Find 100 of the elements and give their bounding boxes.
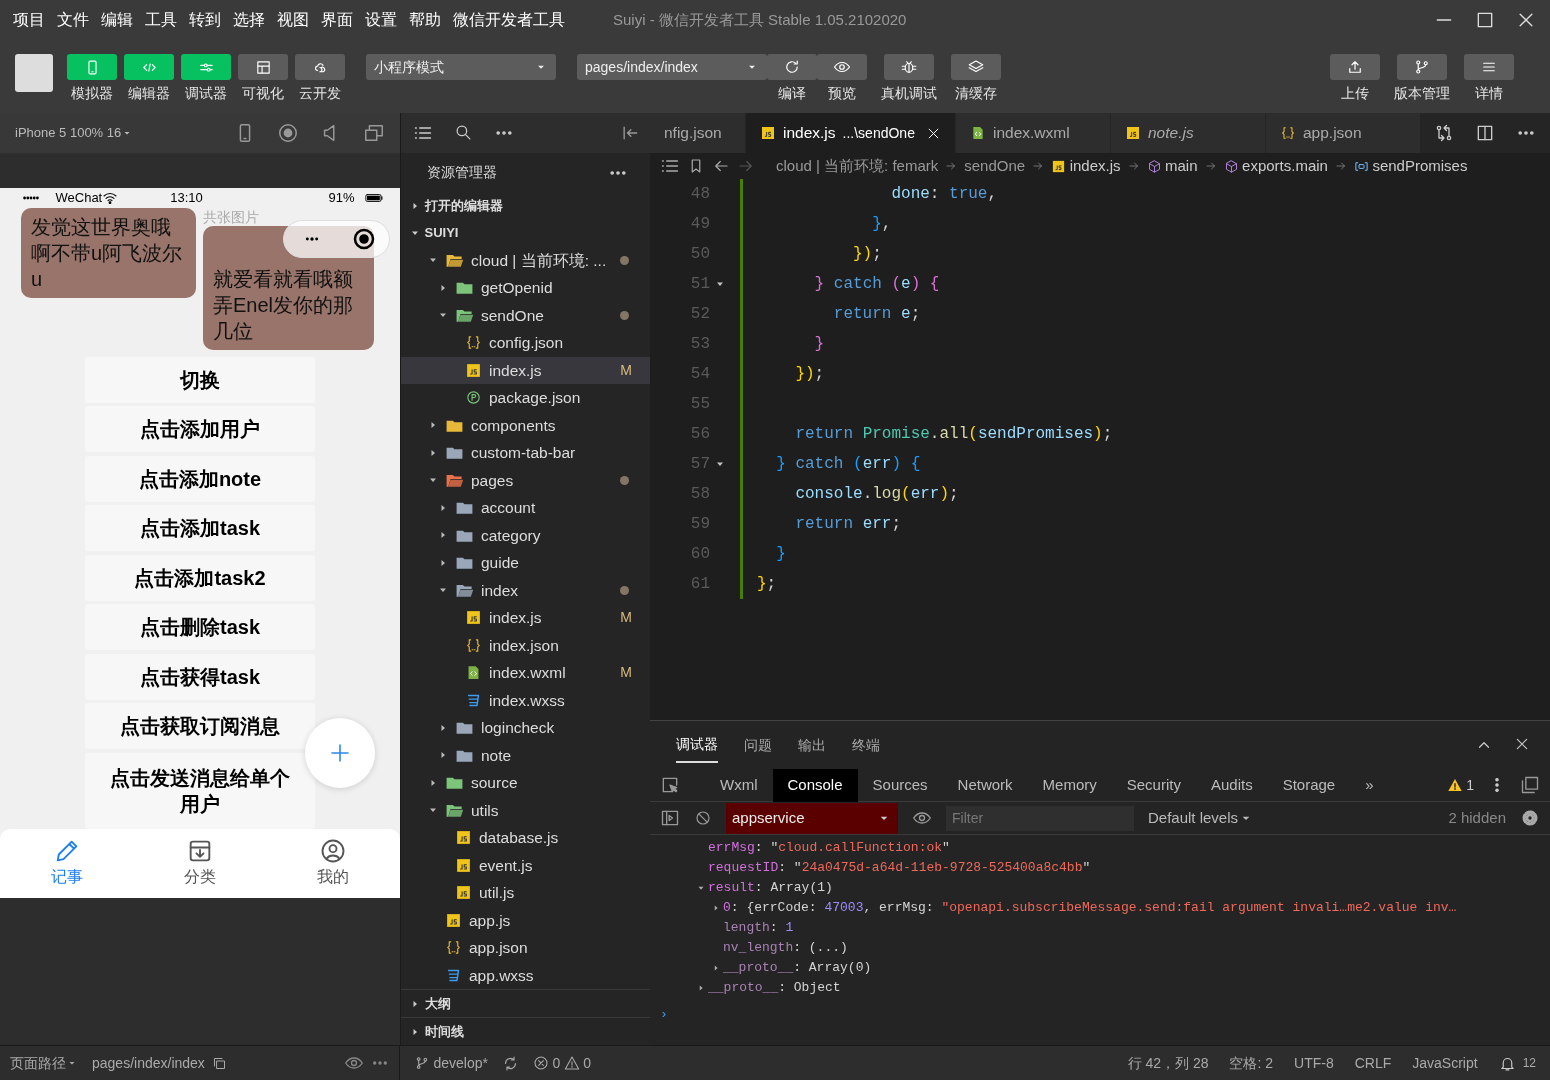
tab-bar-item[interactable]: 记事 bbox=[50, 837, 83, 890]
menu-item[interactable]: 编辑 bbox=[95, 8, 139, 32]
tree-item[interactable]: category bbox=[401, 521, 650, 550]
compare-icon[interactable] bbox=[1434, 123, 1454, 143]
breadcrumb-item[interactable]: cloud | 当前环境: femark bbox=[776, 154, 939, 178]
devtools-tab[interactable]: Audits bbox=[1195, 768, 1268, 802]
record-icon[interactable] bbox=[277, 122, 299, 144]
devtools-tab[interactable]: Security bbox=[1111, 768, 1196, 802]
sync-icon[interactable] bbox=[502, 1054, 519, 1072]
tree-item[interactable]: database.js bbox=[401, 824, 650, 852]
problems-status[interactable]: 0 0 bbox=[533, 1052, 592, 1074]
toggle-button[interactable] bbox=[124, 54, 174, 80]
settings-icon[interactable] bbox=[1520, 808, 1540, 828]
windows-icon[interactable] bbox=[363, 122, 385, 144]
toggle-button[interactable] bbox=[181, 54, 231, 80]
tree-item[interactable]: utils bbox=[401, 796, 650, 825]
action-button[interactable]: 点击添加用户 bbox=[85, 406, 315, 452]
menu-item[interactable]: 设置 bbox=[359, 8, 403, 32]
tree-item[interactable]: index.json bbox=[401, 631, 650, 660]
tree-item[interactable]: util.js bbox=[401, 879, 650, 907]
tree-item[interactable]: components bbox=[401, 411, 650, 440]
toggle-button[interactable] bbox=[67, 54, 117, 80]
toolbar-button[interactable] bbox=[817, 54, 867, 80]
toggle-button[interactable] bbox=[295, 54, 345, 80]
levels-select[interactable]: Default levels bbox=[1148, 806, 1255, 830]
tab-bar-item[interactable]: 我的 bbox=[317, 837, 350, 890]
status-item[interactable]: 行 42，列 28 bbox=[1127, 1052, 1209, 1074]
editor-tab[interactable]: app.json bbox=[1266, 113, 1421, 153]
menu-item[interactable]: 微信开发者工具 bbox=[447, 8, 571, 32]
tree-item[interactable]: index.js M bbox=[401, 604, 650, 632]
tree-item[interactable]: guide bbox=[401, 549, 650, 577]
tree-item[interactable]: event.js bbox=[401, 851, 650, 880]
devtools-tab[interactable]: Memory bbox=[1027, 768, 1112, 802]
tree-item[interactable]: getOpenid bbox=[401, 274, 650, 302]
status-item[interactable]: JavaScript bbox=[1412, 1052, 1478, 1074]
menu-item[interactable]: 项目 bbox=[7, 8, 51, 32]
tree-item[interactable]: config.json bbox=[401, 329, 650, 357]
tree-item[interactable]: app.js bbox=[401, 906, 650, 935]
action-button[interactable]: 点击添加task bbox=[85, 505, 315, 551]
dock-icon[interactable] bbox=[1520, 775, 1540, 795]
action-button[interactable]: 点击添加task2 bbox=[85, 554, 315, 601]
tree-item[interactable]: index.wxss bbox=[401, 686, 650, 715]
breadcrumb-item[interactable]: sendPromises bbox=[1353, 154, 1468, 178]
devtools-tab[interactable]: Storage bbox=[1267, 768, 1351, 802]
close-target-icon[interactable] bbox=[352, 227, 377, 251]
menu-item[interactable]: 选择 bbox=[227, 8, 271, 32]
branch-status[interactable]: develop* bbox=[414, 1052, 488, 1074]
tree-item[interactable]: index bbox=[401, 576, 650, 605]
editor-tab[interactable]: nfig.json bbox=[650, 113, 746, 153]
tree-item[interactable]: index.js M bbox=[401, 356, 650, 385]
action-button[interactable]: 点击获取订阅消息 bbox=[85, 703, 315, 749]
action-button[interactable]: 点击添加note bbox=[85, 455, 315, 502]
action-button[interactable]: 点击发送消息给单个用户 bbox=[85, 752, 315, 829]
tree-item[interactable]: cloud | 当前环境: ... bbox=[401, 246, 650, 275]
notifications-status[interactable]: 12 bbox=[1498, 1054, 1536, 1072]
context-select[interactable]: appservice bbox=[726, 802, 898, 834]
sidebar-icon[interactable] bbox=[660, 808, 680, 828]
menu-item[interactable]: 工具 bbox=[139, 8, 183, 32]
toolbar-button[interactable] bbox=[1464, 54, 1514, 80]
more-tabs-button[interactable]: » bbox=[1350, 768, 1389, 802]
menu-item[interactable]: 界面 bbox=[315, 8, 359, 32]
status-item[interactable]: CRLF bbox=[1354, 1052, 1392, 1074]
toolbar-button[interactable] bbox=[951, 54, 1001, 80]
editor-tab[interactable]: note.js bbox=[1111, 113, 1266, 153]
devtools-tab[interactable]: Wxml bbox=[705, 768, 773, 802]
tree-item[interactable]: app.json bbox=[401, 934, 650, 962]
breadcrumb-item[interactable]: main bbox=[1146, 154, 1198, 178]
toggle-button[interactable] bbox=[238, 54, 288, 80]
action-button[interactable]: 切换 bbox=[85, 356, 315, 403]
note-card[interactable]: 发觉这世界奥哦啊不带u阿飞波尔u bbox=[21, 207, 196, 298]
breadcrumb-item[interactable]: exports.main bbox=[1223, 154, 1328, 178]
tree-item[interactable]: source bbox=[401, 769, 650, 797]
menu-item[interactable]: 文件 bbox=[51, 8, 95, 32]
panel-tab[interactable]: 问题 bbox=[744, 728, 772, 762]
tree-item[interactable]: package.json bbox=[401, 384, 650, 412]
status-item[interactable]: UTF-8 bbox=[1294, 1052, 1334, 1074]
tree-item[interactable]: app.wxss bbox=[401, 961, 650, 990]
device-select[interactable]: iPhone 5 100% 16 bbox=[15, 123, 122, 143]
toolbar-button[interactable] bbox=[884, 54, 934, 80]
tab-bar-item[interactable]: 分类 bbox=[184, 837, 216, 890]
close-icon[interactable] bbox=[1514, 736, 1530, 752]
devtools-tab[interactable]: Console bbox=[772, 768, 858, 802]
menu-item[interactable]: 转到 bbox=[183, 8, 227, 32]
panel-tab[interactable]: 调试器 bbox=[676, 727, 718, 763]
toolbar-button[interactable] bbox=[1330, 54, 1380, 80]
breadcrumb-item[interactable]: index.js bbox=[1051, 154, 1121, 178]
tree-item[interactable]: logincheck bbox=[401, 714, 650, 742]
editor-tab[interactable]: index.js ...\sendOne bbox=[746, 113, 956, 153]
tree-item[interactable]: account bbox=[401, 494, 650, 522]
tree-item[interactable]: index.wxml M bbox=[401, 659, 650, 687]
panel-tab[interactable]: 输出 bbox=[798, 728, 826, 762]
tree-item[interactable]: custom-tab-bar bbox=[401, 439, 650, 467]
tree-item[interactable]: sendOne bbox=[401, 301, 650, 330]
toolbar-button[interactable] bbox=[1397, 54, 1447, 80]
inspect-icon[interactable] bbox=[660, 775, 680, 795]
mode-select[interactable]: 小程序模式 bbox=[366, 54, 556, 80]
page-select[interactable]: pages/index/index bbox=[577, 54, 767, 80]
maximize-icon[interactable] bbox=[1475, 10, 1495, 30]
tree-item[interactable]: pages bbox=[401, 466, 650, 495]
menu-item[interactable]: 视图 bbox=[271, 8, 315, 32]
